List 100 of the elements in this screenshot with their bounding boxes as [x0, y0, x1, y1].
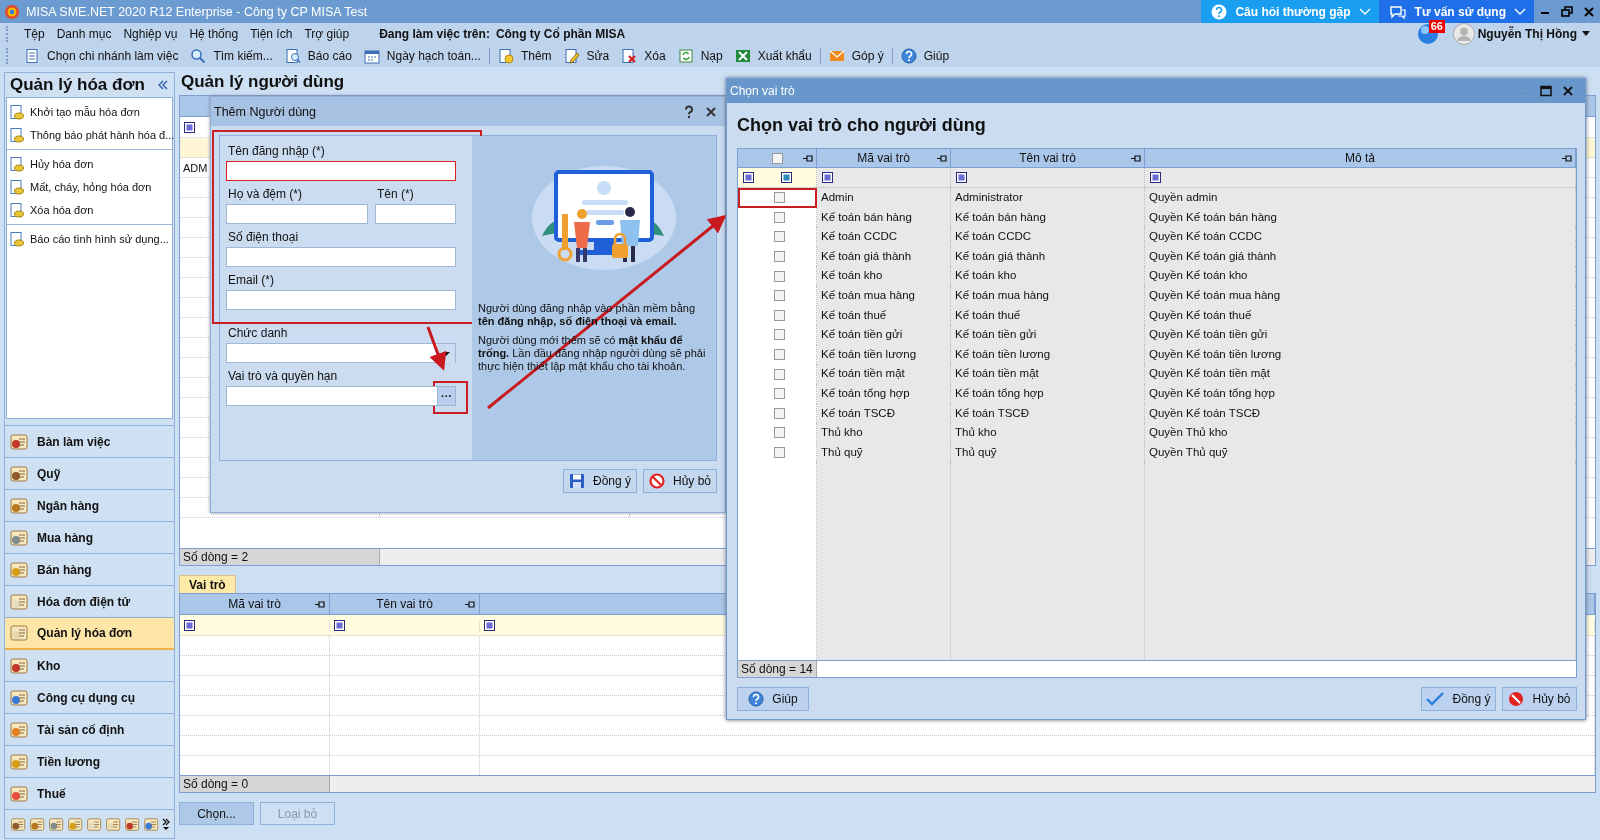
module-icon[interactable] — [9, 559, 31, 580]
toolbar-button[interactable]: Thêm — [491, 45, 558, 66]
sidebar-item[interactable]: Báo cáo tình hình sử dụng... — [7, 227, 172, 250]
button[interactable]: Giúp — [737, 687, 809, 711]
menu-item[interactable]: Tiện ích — [244, 27, 299, 41]
browse-button[interactable]: ··· — [437, 387, 455, 405]
module-icon[interactable] — [86, 815, 104, 833]
module-icon[interactable] — [9, 431, 31, 452]
module-icon[interactable] — [9, 591, 31, 612]
button[interactable]: Hủy bỏ — [1502, 687, 1577, 711]
menu-item[interactable]: Danh mục — [50, 27, 118, 41]
caret-icon[interactable] — [1582, 31, 1590, 37]
toolbar-button[interactable]: Giúp — [894, 45, 956, 66]
menu-item[interactable]: Nghiệp vụ — [117, 27, 184, 41]
toolbar-button[interactable]: Tìm kiếm... — [184, 45, 279, 66]
checkbox[interactable] — [773, 211, 785, 223]
pin-icon[interactable] — [1130, 154, 1141, 163]
pin-icon[interactable] — [1561, 154, 1572, 163]
module-icon[interactable] — [9, 687, 31, 708]
sidebar-item[interactable]: Thông báo phát hành hóa đ... — [7, 123, 172, 146]
input-field[interactable] — [226, 161, 456, 181]
toolbar-button[interactable]: Xóa — [615, 45, 672, 66]
module-icon[interactable] — [9, 463, 31, 484]
more-chevron-icon[interactable] — [162, 818, 170, 830]
column-header[interactable]: Tên vai trò — [951, 149, 1145, 167]
menu-item[interactable]: Trợ giúp — [298, 27, 356, 41]
tab[interactable]: Vai trò — [179, 575, 236, 593]
module-button[interactable]: Quản lý hóa đơn — [5, 618, 174, 650]
checkbox[interactable] — [773, 407, 785, 419]
checkbox[interactable] — [773, 368, 785, 380]
sidebar-item[interactable]: Xóa hóa đơn — [7, 198, 172, 221]
module-icon[interactable] — [9, 783, 31, 804]
filter-icon[interactable] — [781, 172, 792, 183]
column-header[interactable]: Tên vai trò — [330, 594, 480, 614]
pin-icon[interactable] — [802, 154, 813, 163]
module-icon[interactable] — [9, 655, 31, 676]
checkbox[interactable] — [773, 349, 785, 361]
input-field[interactable] — [226, 247, 456, 267]
dropdown-field[interactable] — [226, 343, 456, 363]
checkbox[interactable] — [773, 251, 785, 263]
input-field[interactable] — [226, 204, 368, 224]
checkbox[interactable] — [773, 231, 785, 243]
column-header[interactable]: Mã vai trò — [817, 149, 951, 167]
module-icon[interactable] — [10, 815, 28, 833]
close-icon[interactable] — [1561, 84, 1575, 98]
help-menu-button[interactable]: Tư vấn sử dụng — [1378, 0, 1534, 23]
menu-item[interactable]: Hệ thống — [183, 27, 245, 41]
toolbar-button[interactable]: Góp ý — [822, 45, 890, 66]
maximize-icon[interactable] — [1539, 84, 1553, 98]
checkbox[interactable] — [773, 329, 785, 341]
checkbox[interactable] — [773, 447, 785, 458]
menu-item[interactable]: Tệp — [18, 27, 51, 41]
sidebar-item[interactable]: Khởi tạo mẫu hóa đơn — [7, 100, 172, 123]
filter-icon[interactable] — [184, 121, 195, 133]
user-menu[interactable]: Nguyễn Thị Hồng — [1477, 27, 1577, 41]
module-icon[interactable] — [48, 815, 66, 833]
module-icon[interactable] — [9, 751, 31, 772]
checkbox[interactable] — [773, 270, 785, 282]
module-icon[interactable] — [9, 495, 31, 516]
toolbar-button[interactable]: Chọn chi nhánh làm việc — [18, 45, 185, 66]
toolbar-button[interactable]: Báo cáo — [278, 45, 358, 66]
help-icon[interactable] — [683, 104, 695, 119]
filter-icon[interactable] — [822, 172, 833, 183]
filter-icon[interactable] — [334, 619, 345, 631]
module-icon[interactable] — [124, 815, 142, 833]
button[interactable]: Đồng ý — [563, 469, 637, 493]
pin-icon[interactable] — [464, 600, 475, 609]
filter-icon[interactable] — [956, 172, 967, 183]
checkbox[interactable] — [771, 152, 783, 164]
checkbox[interactable] — [773, 290, 785, 302]
column-header[interactable]: Mô tả — [1145, 149, 1576, 167]
module-icon[interactable] — [105, 815, 123, 833]
pin-icon[interactable] — [314, 600, 325, 609]
input-field[interactable] — [375, 204, 456, 224]
pin-icon[interactable] — [936, 154, 947, 163]
button[interactable]: Chọn... — [179, 802, 254, 825]
column-header[interactable]: Mã vai trò — [180, 594, 330, 614]
sidebar-item[interactable]: Mất, cháy, hỏng hóa đơn — [7, 175, 172, 198]
checkbox[interactable] — [773, 309, 785, 321]
toolbar-button[interactable]: Ngày hạch toán... — [357, 45, 487, 66]
filter-icon[interactable] — [484, 619, 495, 631]
input-field[interactable] — [226, 290, 456, 310]
close-icon[interactable] — [705, 105, 717, 118]
toolbar-button[interactable]: Nạp — [671, 45, 729, 66]
filter-icon[interactable] — [184, 619, 195, 631]
module-icon[interactable] — [29, 815, 47, 833]
button[interactable]: Đồng ý — [1421, 687, 1496, 711]
checkbox[interactable] — [773, 427, 785, 439]
filter-icon[interactable] — [1150, 172, 1161, 183]
sidebar-item[interactable]: Hủy hóa đơn — [7, 152, 172, 175]
filter-icon[interactable] — [743, 172, 754, 183]
toolbar-button[interactable]: Sửa — [557, 45, 616, 66]
button[interactable]: Hủy bỏ — [643, 469, 717, 493]
collapse-icon[interactable] — [158, 80, 168, 90]
module-icon[interactable] — [9, 719, 31, 740]
module-icon[interactable] — [9, 623, 31, 643]
module-icon[interactable] — [67, 815, 85, 833]
input-field[interactable]: ··· — [226, 386, 456, 406]
module-icon[interactable] — [9, 527, 31, 548]
checkbox[interactable] — [773, 388, 785, 400]
